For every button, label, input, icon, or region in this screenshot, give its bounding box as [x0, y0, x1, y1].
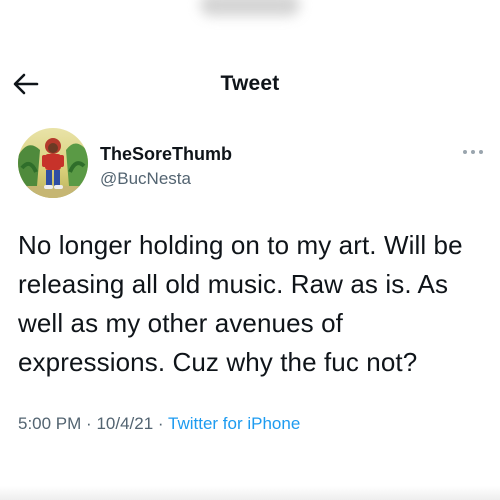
avatar[interactable]	[18, 128, 88, 198]
user-handle[interactable]: @BucNesta	[100, 169, 191, 189]
tweet-source-link[interactable]: Twitter for iPhone	[168, 414, 300, 433]
display-name[interactable]: TheSoreThumb	[100, 144, 232, 165]
status-bar-blur	[200, 0, 300, 16]
meta-separator: ·	[157, 414, 164, 433]
meta-separator: ·	[86, 414, 92, 433]
tweet-date[interactable]: 10/4/21	[96, 414, 153, 433]
tweet-meta: 5:00 PM · 10/4/21 · Twitter for iPhone	[18, 414, 488, 434]
tweet-time[interactable]: 5:00 PM	[18, 414, 81, 433]
more-horizontal-icon	[463, 150, 483, 154]
page-title: Tweet	[220, 72, 280, 95]
tweet-author: TheSoreThumb @BucNesta	[18, 128, 488, 202]
tweet-header: Tweet	[0, 60, 500, 110]
more-options-button[interactable]	[460, 142, 486, 162]
avatar-image	[18, 128, 88, 198]
tweet-text: No longer holding on to my art. Will be …	[18, 230, 463, 377]
bottom-divider-blur	[0, 486, 500, 500]
